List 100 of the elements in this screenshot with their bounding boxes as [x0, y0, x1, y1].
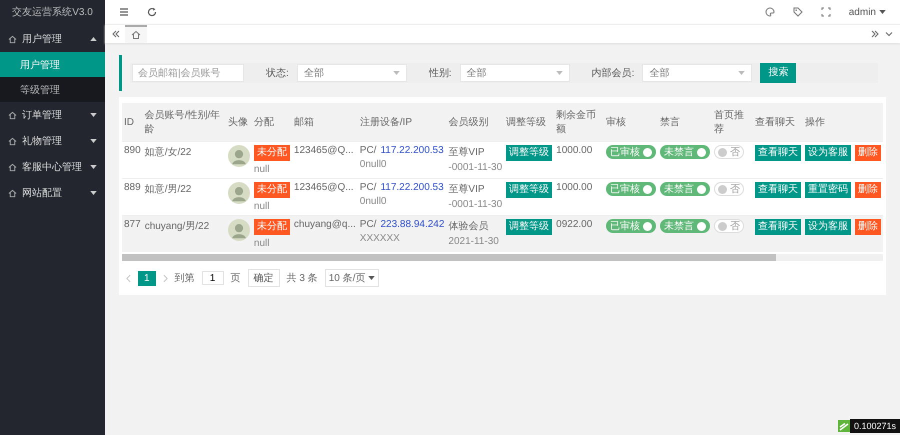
filter-label: 状态:	[266, 66, 289, 80]
page-input[interactable]: 1	[202, 271, 224, 285]
home-tab[interactable]	[125, 25, 147, 43]
home-icon	[131, 30, 141, 40]
dropdown-icon[interactable]	[884, 29, 894, 39]
assign-button[interactable]: 未分配	[254, 145, 290, 161]
adjust-level-button[interactable]: 调整等级	[506, 182, 552, 198]
table-cell-text: null	[254, 201, 270, 212]
column-header: 头像	[226, 103, 252, 142]
search-button[interactable]: 搜索	[760, 63, 796, 83]
table-cell: chuyang@q...	[294, 219, 356, 230]
total-count: 共 3 条	[286, 272, 318, 285]
nav-item[interactable]: 用户管理	[0, 26, 105, 52]
action-button[interactable]: 设为客服	[804, 145, 851, 161]
column-header: 会员账号/性别/年龄	[142, 103, 226, 142]
delete-button[interactable]: 删除	[854, 182, 881, 198]
table-cell: 123465@Q...	[294, 145, 354, 156]
table-cell: 1000.00	[556, 182, 592, 193]
logo-icon	[838, 420, 850, 432]
caret-icon	[90, 165, 97, 169]
ip-link[interactable]: 117.22.200.53	[380, 182, 444, 193]
chat-button[interactable]: 查看聊天	[754, 182, 801, 198]
toggle-switch[interactable]: 未禁言	[660, 145, 710, 159]
table-cell: 如意/男/22	[144, 184, 192, 195]
refresh-icon[interactable]	[147, 7, 157, 17]
table-cell: chuyang/男/22	[144, 221, 210, 232]
adjust-level-button[interactable]: 调整等级	[506, 219, 552, 235]
table-cell-text: XXXXXX	[360, 233, 401, 244]
table-cell: 889	[124, 182, 141, 193]
toggle-switch[interactable]: 否	[714, 182, 744, 196]
user-menu[interactable]: admin	[848, 6, 886, 18]
column-header: 邮箱	[292, 103, 358, 142]
scroll-left-icon[interactable]	[111, 29, 121, 39]
menu-icon[interactable]	[119, 7, 129, 17]
assign-button[interactable]: 未分配	[254, 219, 290, 235]
nav-item[interactable]: 网站配置	[0, 180, 105, 206]
toggle-switch[interactable]: 未禁言	[660, 182, 710, 196]
ip-link[interactable]: 223.88.94.242	[380, 219, 444, 230]
table-cell-text: 0null0	[360, 159, 388, 170]
nav-item[interactable]: 客服中心管理	[0, 154, 105, 180]
home-icon	[8, 136, 17, 146]
nav-item[interactable]: 订单管理	[0, 102, 105, 128]
select-field[interactable]: 全部	[296, 64, 407, 82]
caret-icon	[90, 37, 97, 41]
table-cell-text: null	[254, 164, 270, 175]
palette-icon[interactable]	[764, 7, 775, 17]
ip-link[interactable]: 117.22.200.53	[380, 145, 444, 156]
avatar-icon	[228, 145, 250, 167]
table-row[interactable]: 877 chuyang/男/22 未分配 null chuyang@q... PC/ 223.88.94.242 XXXXXX 体验会员 2021-11-30 调整等级 0922.00 已审核 未禁言 否 查看聊天 设为客服 删除	[122, 216, 883, 252]
column-header: 禁言	[658, 103, 712, 142]
table-cell: 1000.00	[556, 145, 592, 156]
device-text: PC/	[360, 182, 376, 193]
table-cell: 123465@Q...	[294, 182, 354, 193]
action-button[interactable]: 重置密码	[804, 182, 851, 198]
home-icon	[8, 110, 17, 120]
table-row[interactable]: 890 如意/女/22 未分配 null 123465@Q... PC/ 117.22.200.53 0null0 至尊VIP -0001-11-30 调整等级 1000.00 已审核 未禁言 否 查看聊天 设为客服 删除	[122, 142, 883, 178]
caret-icon	[90, 113, 97, 117]
fullscreen-icon[interactable]	[820, 7, 831, 17]
table-cell-text: 至尊VIP	[448, 146, 486, 159]
column-header: 剩余金币额	[554, 103, 604, 142]
page-size-select[interactable]: 10 条/页	[324, 269, 380, 287]
page-button[interactable]: 1	[138, 270, 156, 286]
filter-label: 性别:	[428, 66, 452, 80]
column-header: 首页推荐	[712, 103, 753, 142]
filter-label: 内部会员:	[592, 66, 634, 80]
caret-icon	[556, 71, 563, 75]
table-cell-text: 体验会员	[448, 220, 490, 233]
toggle-switch[interactable]: 已审核	[606, 182, 656, 196]
adjust-level-button[interactable]: 调整等级	[506, 145, 552, 161]
nav-subitem[interactable]: 用户管理	[0, 52, 105, 77]
column-header: 注册设备/IP	[358, 103, 446, 142]
select-field[interactable]: 全部	[460, 64, 570, 82]
toggle-switch[interactable]: 否	[714, 145, 744, 159]
nav-item[interactable]: 礼物管理	[0, 128, 105, 154]
chat-button[interactable]: 查看聊天	[754, 219, 801, 235]
action-button[interactable]: 设为客服	[804, 219, 851, 235]
tag-icon[interactable]	[792, 7, 803, 17]
nav-subitem[interactable]: 等级管理	[0, 77, 105, 102]
assign-button[interactable]: 未分配	[254, 182, 290, 198]
chat-button[interactable]: 查看聊天	[754, 145, 801, 161]
search-field[interactable]: 会员邮箱|会员账号	[132, 64, 244, 82]
scrollbar[interactable]	[122, 254, 883, 261]
toggle-switch[interactable]: 未禁言	[660, 219, 710, 233]
table-cell-text: null	[254, 238, 270, 249]
toggle-switch[interactable]: 否	[714, 219, 744, 233]
toggle-switch[interactable]: 已审核	[606, 219, 656, 233]
delete-button[interactable]: 删除	[854, 219, 881, 235]
caret-icon	[738, 71, 746, 75]
delete-button[interactable]: 删除	[854, 145, 881, 161]
confirm-button[interactable]: 确定	[248, 269, 280, 287]
avatar-icon	[228, 219, 250, 241]
column-header: 操作	[802, 103, 883, 142]
table-cell: 如意/女/22	[144, 147, 192, 158]
device-text: PC/	[360, 219, 376, 230]
column-header: ID	[122, 103, 143, 142]
scroll-right-icon[interactable]	[870, 29, 880, 39]
caret-icon	[879, 10, 886, 14]
select-field[interactable]: 全部	[642, 64, 752, 82]
column-header: 会员级别	[446, 103, 504, 142]
toggle-switch[interactable]: 已审核	[606, 145, 656, 159]
